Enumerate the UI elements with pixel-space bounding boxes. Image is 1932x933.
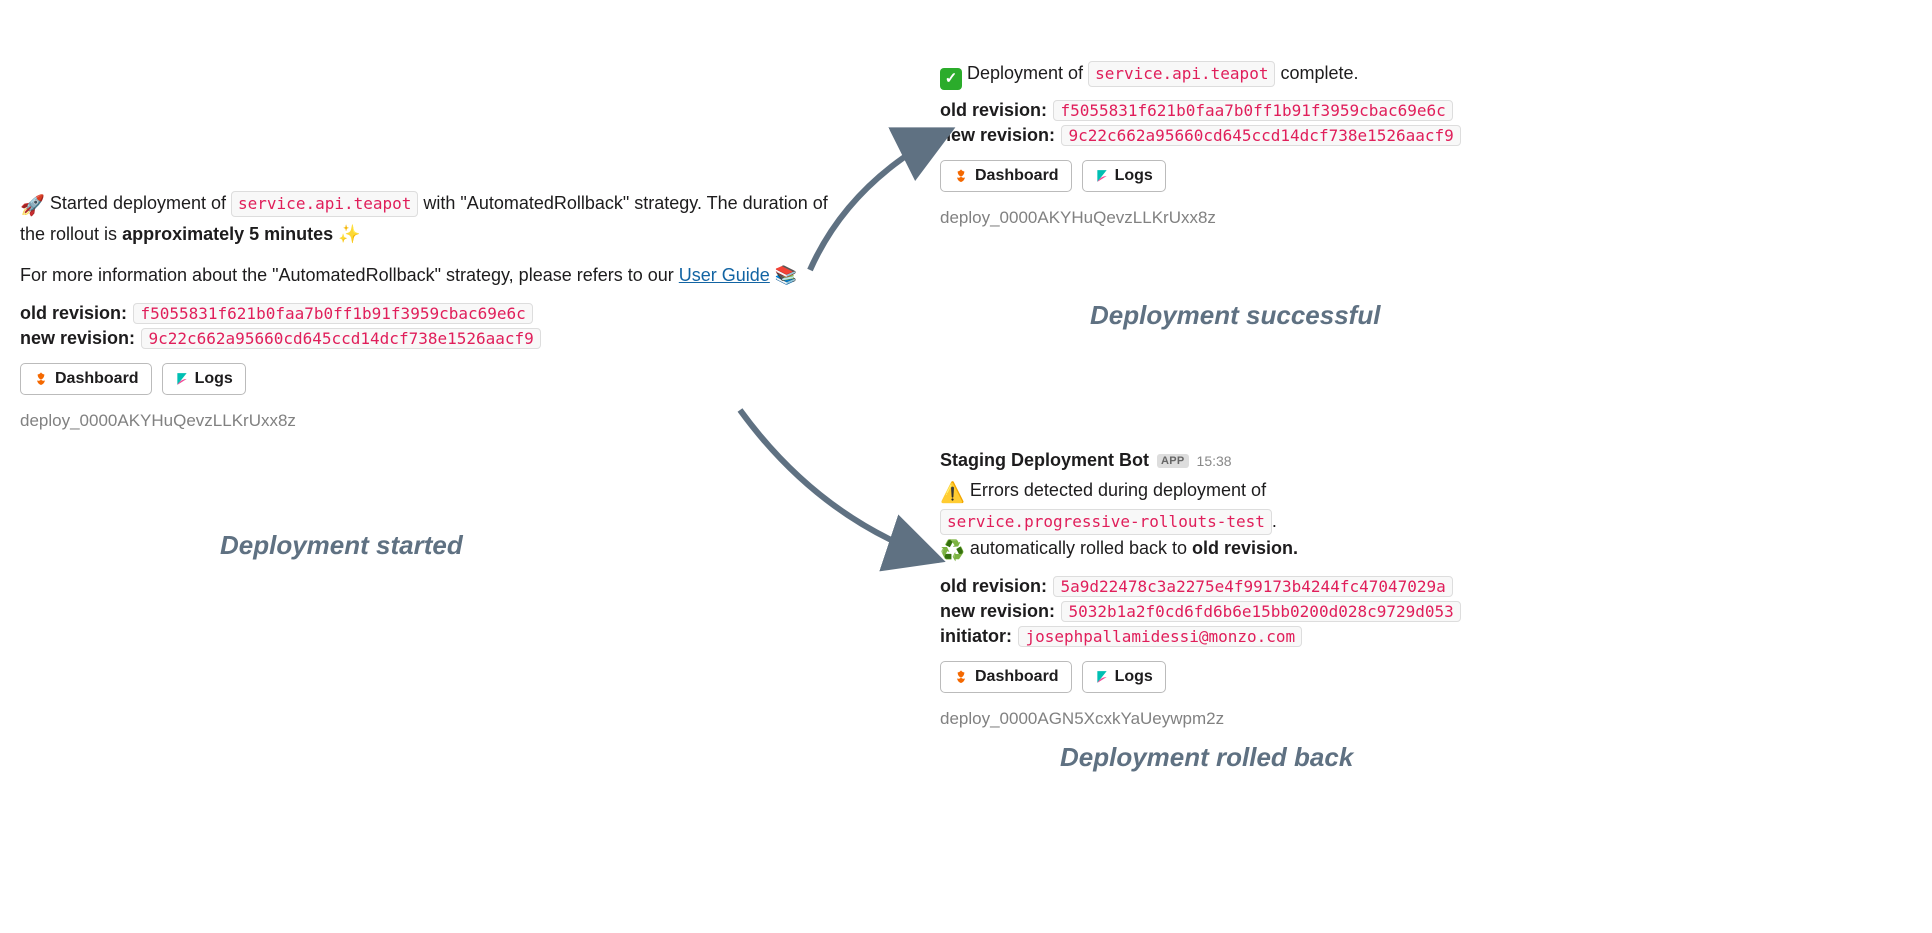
new-revision-label: new revision:	[940, 125, 1055, 145]
service-code: service.progressive-rollouts-test	[940, 509, 1272, 535]
service-code: service.api.teapot	[231, 191, 418, 217]
logs-button-label: Logs	[195, 370, 233, 388]
old-revision-label: old revision:	[940, 576, 1047, 596]
dashboard-button[interactable]: Dashboard	[940, 661, 1072, 693]
recycle-icon: ♻️	[940, 540, 965, 562]
action-buttons-row: Dashboard Logs	[940, 661, 1500, 693]
started-duration: approximately 5 minutes	[122, 224, 333, 244]
error-prefix: Errors detected during deployment of	[965, 480, 1266, 500]
app-badge: APP	[1157, 454, 1189, 468]
logs-button[interactable]: Logs	[162, 363, 246, 395]
new-revision-label: new revision:	[940, 601, 1055, 621]
new-revision-value: 9c22c662a95660cd645ccd14dcf738e1526aacf9	[1061, 125, 1460, 146]
rollback-prefix: automatically rolled back to	[965, 538, 1192, 558]
dashboard-button-label: Dashboard	[55, 370, 139, 388]
rollback-line: ♻️ automatically rolled back to old revi…	[940, 535, 1500, 566]
caption-started: Deployment started	[220, 530, 463, 561]
old-revision-row: old revision: 5a9d22478c3a2275e4f99173b4…	[940, 576, 1500, 597]
started-info: For more information about the "Automate…	[20, 262, 840, 289]
info-prefix: For more information about the "Automate…	[20, 265, 679, 285]
caption-rollback: Deployment rolled back	[1060, 742, 1353, 773]
deploy-id: deploy_0000AKYHuQevzLLKrUxx8z	[20, 411, 840, 431]
started-text-prefix: Started deployment of	[45, 193, 231, 213]
started-message: 🚀 Started deployment of service.api.teap…	[20, 190, 840, 248]
rocket-icon: 🚀	[20, 195, 45, 217]
checkmark-icon: ✓	[940, 68, 962, 90]
successful-text-prefix: Deployment of	[962, 63, 1088, 83]
dashboard-button[interactable]: Dashboard	[20, 363, 152, 395]
sparkles-icon: ✨	[333, 224, 360, 244]
successful-text-suffix: complete.	[1275, 63, 1358, 83]
books-icon: 📚	[770, 265, 797, 285]
grafana-icon	[33, 371, 49, 387]
action-buttons-row: Dashboard Logs	[20, 363, 840, 395]
deployment-started-panel: 🚀 Started deployment of service.api.teap…	[20, 190, 840, 431]
bot-name: Staging Deployment Bot	[940, 450, 1149, 471]
kibana-icon	[175, 371, 189, 387]
period: .	[1272, 511, 1277, 531]
deployment-successful-panel: ✓ Deployment of service.api.teapot compl…	[940, 60, 1500, 228]
rollback-bold: old revision.	[1192, 538, 1298, 558]
logs-button[interactable]: Logs	[1082, 160, 1166, 192]
kibana-icon	[1095, 669, 1109, 685]
new-revision-row: new revision: 9c22c662a95660cd645ccd14dc…	[20, 328, 840, 349]
message-time: 15:38	[1197, 453, 1232, 469]
new-revision-value: 5032b1a2f0cd6fd6b6e15bb0200d028c9729d053	[1061, 601, 1460, 622]
logs-button-label: Logs	[1115, 668, 1153, 686]
new-revision-value: 9c22c662a95660cd645ccd14dcf738e1526aacf9	[141, 328, 540, 349]
error-line: ⚠️ Errors detected during deployment of …	[940, 477, 1500, 535]
initiator-value: josephpallamidessi@monzo.com	[1018, 626, 1302, 647]
caption-successful: Deployment successful	[1090, 300, 1380, 331]
old-revision-label: old revision:	[20, 303, 127, 323]
successful-message: ✓ Deployment of service.api.teapot compl…	[940, 60, 1500, 90]
old-revision-row: old revision: f5055831f621b0faa7b0ff1b91…	[940, 100, 1500, 121]
deploy-id: deploy_0000AGN5XcxkYaUeywpm2z	[940, 709, 1500, 729]
action-buttons-row: Dashboard Logs	[940, 160, 1500, 192]
old-revision-label: old revision:	[940, 100, 1047, 120]
logs-button[interactable]: Logs	[1082, 661, 1166, 693]
dashboard-button[interactable]: Dashboard	[940, 160, 1072, 192]
old-revision-value: f5055831f621b0faa7b0ff1b91f3959cbac69e6c	[1053, 100, 1452, 121]
old-revision-value: f5055831f621b0faa7b0ff1b91f3959cbac69e6c	[133, 303, 532, 324]
initiator-row: initiator: josephpallamidessi@monzo.com	[940, 626, 1500, 647]
deployment-rollback-panel: Staging Deployment Bot APP 15:38 ⚠️ Erro…	[940, 450, 1500, 729]
new-revision-row: new revision: 5032b1a2f0cd6fd6b6e15bb020…	[940, 601, 1500, 622]
logs-button-label: Logs	[1115, 167, 1153, 185]
old-revision-row: old revision: f5055831f621b0faa7b0ff1b91…	[20, 303, 840, 324]
kibana-icon	[1095, 168, 1109, 184]
grafana-icon	[953, 669, 969, 685]
dashboard-button-label: Dashboard	[975, 668, 1059, 686]
warning-icon: ⚠️	[940, 482, 965, 504]
service-code: service.api.teapot	[1088, 61, 1275, 87]
deploy-id: deploy_0000AKYHuQevzLLKrUxx8z	[940, 208, 1500, 228]
user-guide-link[interactable]: User Guide	[679, 265, 770, 285]
old-revision-value: 5a9d22478c3a2275e4f99173b4244fc47047029a	[1053, 576, 1452, 597]
bot-header: Staging Deployment Bot APP 15:38	[940, 450, 1500, 471]
initiator-label: initiator:	[940, 626, 1012, 646]
grafana-icon	[953, 168, 969, 184]
new-revision-label: new revision:	[20, 328, 135, 348]
new-revision-row: new revision: 9c22c662a95660cd645ccd14dc…	[940, 125, 1500, 146]
dashboard-button-label: Dashboard	[975, 167, 1059, 185]
